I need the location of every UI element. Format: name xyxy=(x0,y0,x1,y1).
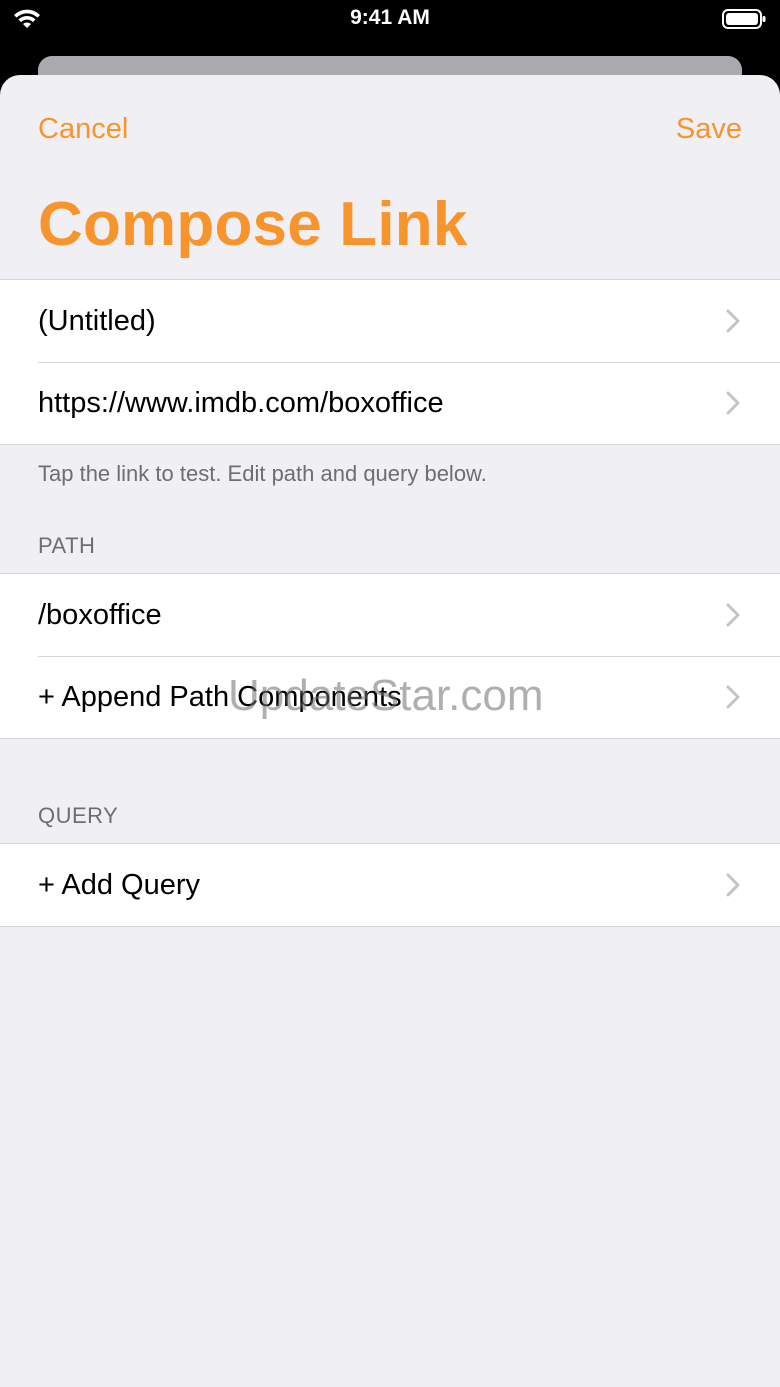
link-url-row[interactable]: https://www.imdb.com/boxoffice xyxy=(0,362,780,444)
path-section-header: PATH xyxy=(38,533,96,558)
path-item-label: /boxoffice xyxy=(38,598,162,631)
page-title: Compose Link xyxy=(38,190,468,259)
link-title-row[interactable]: (Untitled) xyxy=(0,280,780,362)
link-url-label: https://www.imdb.com/boxoffice xyxy=(38,386,444,419)
query-section-header: QUERY xyxy=(38,803,119,828)
add-query-row[interactable]: + Add Query xyxy=(0,844,780,926)
link-footer-note: Tap the link to test. Edit path and quer… xyxy=(38,461,487,486)
path-item-row[interactable]: /boxoffice xyxy=(0,574,780,656)
add-query-label: + Add Query xyxy=(38,868,201,901)
link-group: (Untitled) https://www.imdb.com/boxoffic… xyxy=(0,279,780,445)
path-group: /boxoffice + Append Path Components xyxy=(0,573,780,739)
link-title-label: (Untitled) xyxy=(38,304,156,337)
chevron-right-icon xyxy=(726,309,740,333)
battery-icon xyxy=(722,9,766,29)
chevron-right-icon xyxy=(726,685,740,709)
compose-link-sheet: Cancel Save Compose Link (Untitled) http… xyxy=(0,75,780,1387)
status-time: 9:41 AM xyxy=(350,6,430,29)
chevron-right-icon xyxy=(726,603,740,627)
query-group: + Add Query xyxy=(0,843,780,927)
append-path-row[interactable]: + Append Path Components xyxy=(0,656,780,738)
status-bar: 9:41 AM xyxy=(0,0,780,40)
chevron-right-icon xyxy=(726,391,740,415)
save-button[interactable]: Save xyxy=(676,113,742,146)
append-path-label: + Append Path Components xyxy=(38,680,402,713)
cancel-button[interactable]: Cancel xyxy=(38,113,128,146)
chevron-right-icon xyxy=(726,873,740,897)
